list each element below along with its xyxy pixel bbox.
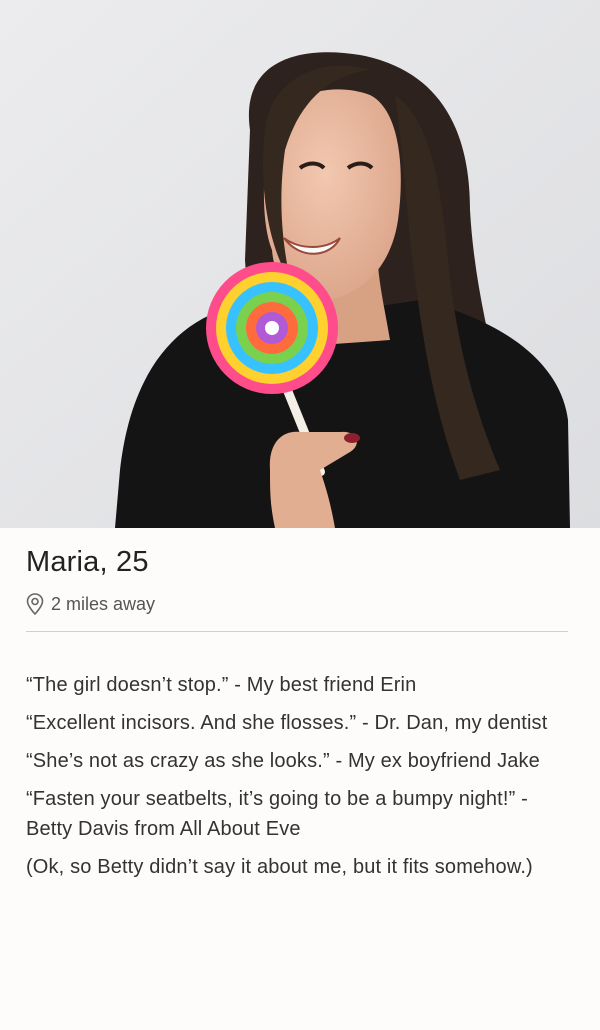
- bio-quote: (Ok, so Betty didn’t say it about me, bu…: [26, 856, 533, 878]
- bio-quote: “Excellent incisors. And she flosses.” -…: [26, 712, 548, 734]
- distance-text: 2 miles away: [51, 593, 156, 614]
- divider: [26, 631, 568, 632]
- profile-info: Maria, 25 2 miles away “The girl doesn’t…: [26, 528, 574, 890]
- bio-quote: “Fasten your seatbelts, it’s going to be…: [26, 788, 528, 840]
- distance-row: 2 miles away: [26, 592, 574, 616]
- bio-quote: “The girl doesn’t stop.” - My best frien…: [26, 674, 417, 696]
- location-pin-icon: [26, 593, 44, 615]
- name-age: Maria, 25: [26, 546, 149, 578]
- profile-photo[interactable]: [0, 0, 600, 528]
- bio-quotes: “The girl doesn’t stop.” - My best frien…: [26, 670, 574, 882]
- bio-quote: “She’s not as crazy as she looks.” - My …: [26, 750, 540, 772]
- profile-card: Maria, 25 2 miles away “The girl doesn’t…: [0, 0, 600, 1030]
